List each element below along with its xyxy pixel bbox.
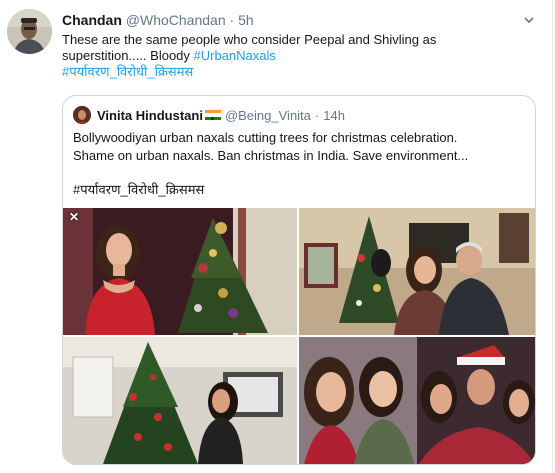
- user-handle[interactable]: @WhoChandan: [126, 12, 226, 28]
- photo-3[interactable]: [63, 337, 297, 464]
- photo-1[interactable]: ✕: [63, 208, 297, 335]
- quoted-hashtag: #पर्यावरण_विरोधी_क्रिसमस: [73, 182, 205, 197]
- quoted-user-handle[interactable]: @Being_Vinita: [225, 108, 311, 123]
- tweet-text-line: superstition..... Bloody: [62, 48, 194, 63]
- quoted-text-line: Bollywoodiyan urban naxals cutting trees…: [73, 130, 458, 145]
- quoted-text-line: Shame on urban naxals. Ban christmas in …: [73, 148, 469, 163]
- close-icon[interactable]: ✕: [69, 210, 79, 224]
- hashtag-link[interactable]: #UrbanNaxals: [194, 48, 276, 63]
- india-flag-icon: [204, 109, 221, 121]
- tweet-text: These are the same people who consider P…: [62, 32, 482, 80]
- tweet-card[interactable]: Chandan @WhoChandan · 5h These are the s…: [0, 0, 553, 473]
- separator: ·: [229, 12, 235, 28]
- photo-2[interactable]: [299, 208, 535, 335]
- quoted-tweet-text: Bollywoodiyan urban naxals cutting trees…: [73, 129, 528, 165]
- hashtag-link[interactable]: #पर्यावरण_विरोधी_क्रिसमस: [62, 64, 193, 79]
- quoted-display-name[interactable]: Vinita Hindustani: [97, 108, 203, 123]
- quoted-timestamp[interactable]: 14h: [323, 108, 345, 123]
- tweet-header: Chandan @WhoChandan · 5h: [62, 12, 254, 28]
- display-name[interactable]: Chandan: [62, 12, 122, 28]
- separator: ·: [314, 107, 320, 123]
- quoted-avatar[interactable]: [73, 106, 91, 124]
- photo-4[interactable]: [299, 337, 535, 464]
- avatar[interactable]: [7, 9, 52, 54]
- quoted-tweet[interactable]: Vinita Hindustani @Being_Vinita · 14h Bo…: [62, 95, 536, 465]
- timestamp[interactable]: 5h: [238, 12, 254, 28]
- tweet-text-line: These are the same people who consider P…: [62, 32, 437, 47]
- chevron-down-icon[interactable]: [522, 13, 536, 27]
- quoted-tweet-header: Vinita Hindustani @Being_Vinita · 14h: [73, 106, 345, 124]
- photo-grid: ✕: [63, 208, 535, 464]
